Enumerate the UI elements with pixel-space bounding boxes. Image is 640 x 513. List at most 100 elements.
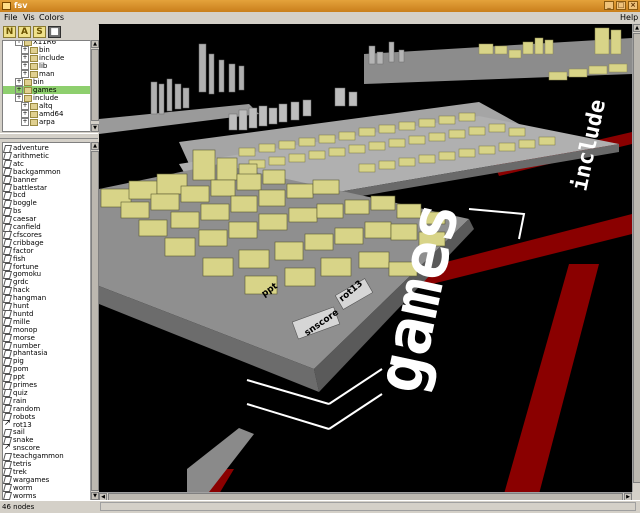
file-list-scrollbar[interactable]: ▲ ▼ xyxy=(90,142,99,500)
menu-help[interactable]: Help xyxy=(620,13,638,22)
file-list-item[interactable]: cribbage xyxy=(3,239,91,247)
file-list-item[interactable]: huntd xyxy=(3,310,91,318)
file-name: snake xyxy=(13,436,34,445)
file-list-item[interactable]: rain xyxy=(3,397,91,405)
close-button[interactable]: × xyxy=(628,1,638,10)
exit-button[interactable]: ■ xyxy=(48,26,61,38)
expand-toggle[interactable]: + xyxy=(21,102,29,110)
cd-up-button[interactable]: A xyxy=(18,26,31,38)
expand-toggle[interactable]: + xyxy=(21,110,29,118)
file-list-item[interactable]: rot13 xyxy=(3,419,91,429)
file-list-item[interactable]: wargames xyxy=(3,476,91,484)
file-list-item[interactable]: pom xyxy=(3,365,91,373)
menu-file[interactable]: File xyxy=(4,13,17,22)
file-list-item[interactable]: atc xyxy=(3,160,91,168)
scroll-up-arrow[interactable]: ▲ xyxy=(91,40,99,48)
expand-toggle[interactable]: + xyxy=(21,62,29,70)
file-list-item[interactable]: morse xyxy=(3,334,91,342)
expand-toggle[interactable]: + xyxy=(21,46,29,54)
dir-tree-item[interactable]: + lib xyxy=(3,62,91,70)
file-list-item[interactable]: bs xyxy=(3,207,91,215)
file-list-item[interactable]: robots xyxy=(3,413,91,421)
file-list[interactable]: adventure arithmetic atc backgammon banner ba… xyxy=(2,142,92,501)
file-icon xyxy=(4,389,11,396)
file-list-item[interactable]: tetris xyxy=(3,460,91,468)
file-icon xyxy=(4,382,11,389)
file-list-item[interactable]: grdc xyxy=(3,278,91,286)
file-list-item[interactable]: worm xyxy=(3,484,91,492)
file-list-item[interactable]: hack xyxy=(3,286,91,294)
file-list-item[interactable]: bcd xyxy=(3,191,91,199)
3d-viewport[interactable]: ppt rot13 snscore games include xyxy=(99,24,632,492)
expand-toggle[interactable]: + xyxy=(21,118,29,126)
scroll-down-arrow[interactable]: ▼ xyxy=(91,492,99,500)
dir-tree-item[interactable]: + games xyxy=(3,86,91,94)
expand-toggle[interactable]: + xyxy=(21,70,29,78)
file-list-item[interactable]: ppt xyxy=(3,373,91,381)
directory-tree[interactable]: + X11R6 + bin + include + lib + man + bin + games + inc… xyxy=(2,40,92,132)
dir-tree-item[interactable]: + include xyxy=(3,54,91,62)
file-list-item[interactable]: teachgammon xyxy=(3,452,91,460)
file-list-item[interactable]: fortune xyxy=(3,263,91,271)
maximize-button[interactable]: □ xyxy=(616,1,626,10)
file-list-item[interactable]: worms xyxy=(3,492,91,500)
dir-tree-item[interactable]: + altq xyxy=(3,102,91,110)
file-list-item[interactable]: factor xyxy=(3,247,91,255)
expand-toggle[interactable]: + xyxy=(15,78,23,86)
bird-view-button[interactable]: S xyxy=(33,26,46,38)
file-name: worm xyxy=(13,483,33,492)
file-list-item[interactable]: phantasia xyxy=(3,349,91,357)
file-list-item[interactable]: arithmetic xyxy=(3,152,91,160)
scroll-down-arrow[interactable]: ▼ xyxy=(91,124,99,132)
file-icon xyxy=(4,374,11,381)
file-list-item[interactable]: sail xyxy=(3,428,91,436)
file-list-item[interactable]: random xyxy=(3,405,91,413)
dir-tree-item[interactable]: + arpa xyxy=(3,118,91,126)
filesystem-scene[interactable]: ppt rot13 snscore games include xyxy=(99,24,632,492)
file-name: hack xyxy=(13,286,30,295)
dir-tree-item[interactable]: + bin xyxy=(3,78,91,86)
dir-tree-item[interactable]: + amd64 xyxy=(3,110,91,118)
file-list-item[interactable]: number xyxy=(3,342,91,350)
dir-tree-item[interactable]: + bin xyxy=(3,46,91,54)
expand-toggle[interactable]: + xyxy=(15,94,23,102)
file-list-item[interactable]: backgammon xyxy=(3,168,91,176)
file-list-item[interactable]: pig xyxy=(3,357,91,365)
scroll-thumb[interactable] xyxy=(91,49,99,121)
scroll-up-arrow[interactable]: ▲ xyxy=(91,142,99,150)
window-titlebar[interactable]: fsv _ □ × xyxy=(0,0,640,12)
scroll-up-arrow[interactable]: ▲ xyxy=(633,24,640,32)
dir-tree-item[interactable]: + man xyxy=(3,70,91,78)
dir-tree-item[interactable]: + include xyxy=(3,94,91,102)
file-list-item[interactable]: banner xyxy=(3,176,91,184)
file-list-item[interactable]: fish xyxy=(3,255,91,263)
minimize-button[interactable]: _ xyxy=(604,1,614,10)
file-list-item[interactable]: caesar xyxy=(3,215,91,223)
pane-splitter[interactable] xyxy=(0,133,98,139)
file-list-item[interactable]: hunt xyxy=(3,302,91,310)
scroll-thumb[interactable] xyxy=(633,33,640,483)
file-list-item[interactable]: boggle xyxy=(3,199,91,207)
file-list-item[interactable]: cfscores xyxy=(3,231,91,239)
file-list-item[interactable]: monop xyxy=(3,326,91,334)
directory-tree-scrollbar[interactable]: ▲ ▼ xyxy=(90,40,99,132)
file-list-item[interactable]: quiz xyxy=(3,389,91,397)
file-list-item[interactable]: canfield xyxy=(3,223,91,231)
file-list-item[interactable]: adventure xyxy=(3,144,91,152)
expand-toggle[interactable]: + xyxy=(21,54,29,62)
scroll-thumb[interactable] xyxy=(91,151,99,491)
file-list-item[interactable]: trek xyxy=(3,468,91,476)
file-list-item[interactable]: snake xyxy=(3,436,91,444)
expand-toggle[interactable]: + xyxy=(15,86,23,94)
folder-icon xyxy=(30,118,38,126)
file-list-item[interactable]: snscore xyxy=(3,443,91,453)
file-list-item[interactable]: gomoku xyxy=(3,270,91,278)
file-list-item[interactable]: hangman xyxy=(3,294,91,302)
menu-vis[interactable]: Vis xyxy=(23,13,35,22)
menu-colors[interactable]: Colors xyxy=(39,13,64,22)
file-list-item[interactable]: mille xyxy=(3,318,91,326)
viewport-vertical-scrollbar[interactable]: ▲ xyxy=(632,24,640,492)
file-list-item[interactable]: battlestar xyxy=(3,184,91,192)
file-list-item[interactable]: primes xyxy=(3,381,91,389)
back-button[interactable]: N xyxy=(3,26,16,38)
